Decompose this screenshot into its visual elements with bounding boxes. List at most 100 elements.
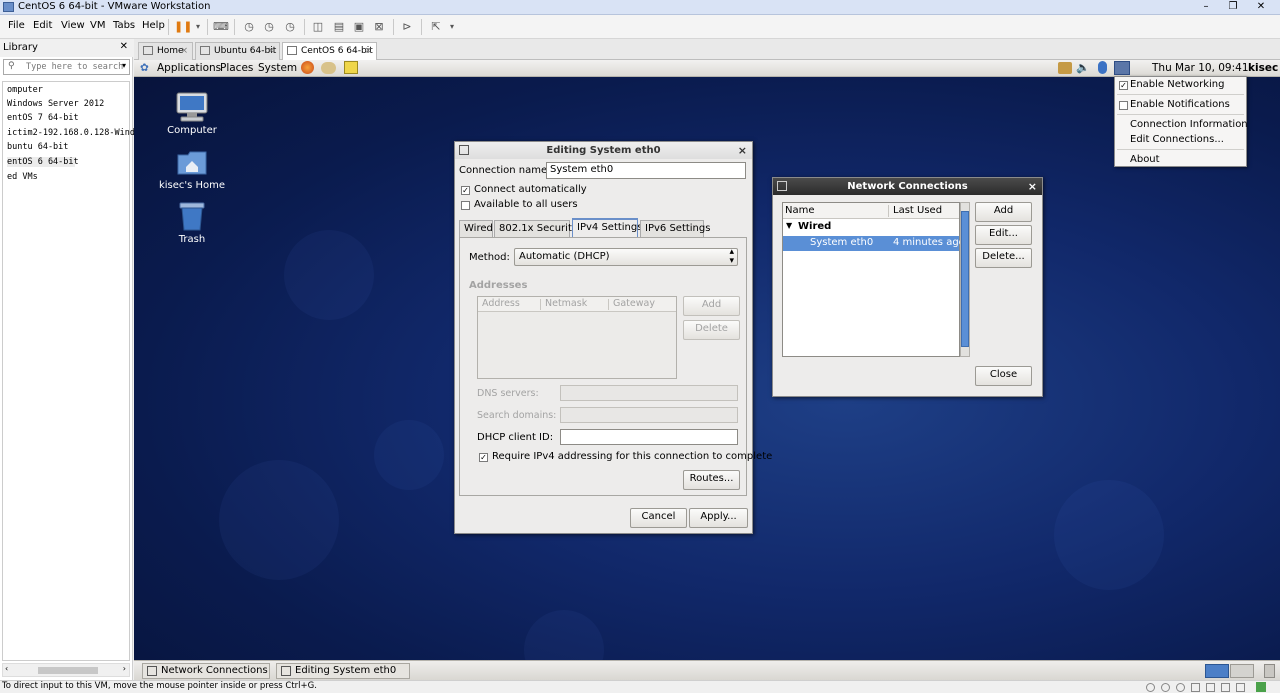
- library-hscrollbar[interactable]: ‹ ›: [2, 663, 130, 677]
- library-item[interactable]: ed VMs: [7, 172, 38, 182]
- menu-tabs[interactable]: Tabs: [113, 20, 135, 31]
- menu-enable-notifications[interactable]: Enable Notifications: [1130, 99, 1230, 110]
- library-item[interactable]: entOS 7 64-bit: [7, 113, 79, 123]
- library-item[interactable]: ictim2-192.168.0.128-Windows: [7, 128, 150, 138]
- revert-snapshot-icon[interactable]: ◷: [261, 19, 277, 35]
- cancel-button[interactable]: Cancel: [630, 508, 687, 528]
- desktop-icon-trash[interactable]: Trash: [152, 201, 232, 245]
- scroll-thumb[interactable]: [961, 211, 969, 347]
- connection-name-input[interactable]: System eth0: [546, 162, 746, 179]
- menu-view[interactable]: View: [61, 20, 85, 31]
- menu-file[interactable]: File: [8, 20, 25, 31]
- chevron-right-icon[interactable]: ›: [123, 664, 126, 673]
- close-icon[interactable]: ✕: [1251, 0, 1271, 15]
- printer-icon[interactable]: [1236, 683, 1245, 692]
- desktop-icon-home[interactable]: kisec's Home: [152, 147, 232, 191]
- menu-system[interactable]: System: [258, 62, 297, 74]
- available-all-users-checkbox[interactable]: [461, 201, 470, 210]
- panel-clock[interactable]: Thu Mar 10, 09:41: [1152, 62, 1249, 74]
- restore-button[interactable]: ❐: [1223, 0, 1243, 15]
- pause-icon[interactable]: ❚❚: [174, 19, 192, 35]
- menu-edit[interactable]: Edit: [33, 20, 52, 31]
- floppy-icon[interactable]: [1176, 683, 1185, 692]
- thumbnail-icon[interactable]: ▤: [331, 19, 347, 35]
- fullscreen-icon[interactable]: ▣: [351, 19, 367, 35]
- vm-status-icon[interactable]: [1256, 682, 1266, 692]
- col-name[interactable]: Name: [785, 205, 815, 216]
- menu-applications[interactable]: Applications: [157, 62, 221, 74]
- edit-connection-button[interactable]: Edit...: [975, 225, 1032, 245]
- close-button[interactable]: Close: [975, 366, 1032, 386]
- menu-enable-networking[interactable]: Enable Networking: [1130, 79, 1224, 90]
- updates-icon[interactable]: [1058, 62, 1072, 74]
- close-icon[interactable]: ×: [180, 43, 188, 59]
- taskbar-network-connections[interactable]: Network Connections: [142, 663, 270, 679]
- console-icon[interactable]: ⊳: [399, 19, 415, 35]
- routes-button[interactable]: Routes...: [683, 470, 740, 490]
- menu-about[interactable]: About: [1130, 154, 1160, 165]
- close-icon[interactable]: ×: [738, 142, 747, 159]
- close-icon[interactable]: ×: [1028, 178, 1037, 195]
- apply-button[interactable]: Apply...: [689, 508, 748, 528]
- tab-8021x-security[interactable]: 802.1x Security: [494, 220, 578, 237]
- close-icon[interactable]: ×: [267, 43, 275, 59]
- method-select[interactable]: Automatic (DHCP) ▴ ▾: [514, 248, 738, 266]
- library-item-selected[interactable]: entOS 6 64-bit: [7, 157, 79, 167]
- bluetooth-icon[interactable]: [1098, 61, 1107, 74]
- expander-icon[interactable]: ▼: [786, 221, 792, 230]
- tab-ipv6-settings[interactable]: IPv6 Settings: [640, 220, 710, 237]
- cd-drive-icon[interactable]: [1161, 683, 1170, 692]
- close-icon[interactable]: ×: [364, 43, 372, 59]
- tab-home[interactable]: Home ×: [138, 42, 193, 60]
- hard-disk-icon[interactable]: [1146, 683, 1155, 692]
- desktop-icon-computer[interactable]: Computer: [152, 92, 232, 136]
- unity-icon[interactable]: ⊠: [371, 19, 387, 35]
- scroll-thumb[interactable]: [38, 667, 98, 674]
- close-icon[interactable]: ✕: [120, 41, 128, 52]
- enable-notifications-checkbox[interactable]: [1119, 101, 1128, 110]
- notes-icon[interactable]: [344, 61, 358, 74]
- usb-icon[interactable]: [1206, 683, 1215, 692]
- tab-centos6[interactable]: CentOS 6 64-bit ×: [282, 42, 377, 61]
- snapshot-icon[interactable]: ◷: [241, 19, 257, 35]
- trash-applet-icon[interactable]: [1264, 664, 1275, 678]
- guest-desktop[interactable]: ✿ Applications Places System 🔈 Thu Mar 1…: [134, 60, 1280, 680]
- volume-icon[interactable]: 🔈: [1076, 61, 1090, 74]
- tab-wired[interactable]: Wired: [459, 220, 493, 237]
- chevron-left-icon[interactable]: ‹: [5, 664, 8, 673]
- firefox-icon[interactable]: [301, 61, 314, 74]
- add-connection-button[interactable]: Add: [975, 202, 1032, 222]
- sound-icon[interactable]: [1221, 683, 1230, 692]
- taskbar-editing-eth0[interactable]: Editing System eth0: [276, 663, 410, 679]
- connection-row[interactable]: System eth0 4 minutes ago: [783, 236, 965, 251]
- address-add-button[interactable]: Add: [683, 296, 740, 316]
- delete-connection-button[interactable]: Delete...: [975, 248, 1032, 268]
- dns-servers-input[interactable]: [560, 385, 738, 401]
- send-ctrl-alt-del-icon[interactable]: ⌨: [213, 19, 229, 35]
- library-item[interactable]: omputer: [7, 85, 43, 95]
- network-icon[interactable]: [1114, 61, 1130, 75]
- menu-connection-information[interactable]: Connection Information: [1130, 119, 1248, 130]
- network-adapter-icon[interactable]: [1191, 683, 1200, 692]
- chevron-down-icon[interactable]: ▾: [190, 19, 206, 35]
- snapshot-manager-icon[interactable]: ◷: [282, 19, 298, 35]
- require-ipv4-checkbox[interactable]: ✓: [479, 453, 488, 462]
- menu-edit-connections[interactable]: Edit Connections...: [1130, 134, 1224, 145]
- library-item[interactable]: Windows Server 2012: [7, 99, 104, 109]
- stretch-icon[interactable]: ⇱: [428, 19, 444, 35]
- menu-places[interactable]: Places: [220, 62, 253, 74]
- show-library-icon[interactable]: ◫: [310, 19, 326, 35]
- workspace-1[interactable]: [1205, 664, 1229, 678]
- menu-vm[interactable]: VM: [90, 20, 105, 31]
- connect-automatically-checkbox[interactable]: ✓: [461, 186, 470, 195]
- workspace-2[interactable]: [1230, 664, 1254, 678]
- tab-ubuntu[interactable]: Ubuntu 64-bit ×: [195, 42, 280, 60]
- connections-list-scrollbar[interactable]: [960, 202, 970, 357]
- dhcp-client-id-input[interactable]: [560, 429, 738, 445]
- enable-networking-checkbox[interactable]: ✓: [1119, 81, 1128, 90]
- tab-ipv4-settings[interactable]: IPv4 Settings: [572, 218, 642, 238]
- library-item[interactable]: buntu 64-bit: [7, 142, 68, 152]
- address-delete-button[interactable]: Delete: [683, 320, 740, 340]
- menu-help[interactable]: Help: [142, 20, 165, 31]
- search-domains-input[interactable]: [560, 407, 738, 423]
